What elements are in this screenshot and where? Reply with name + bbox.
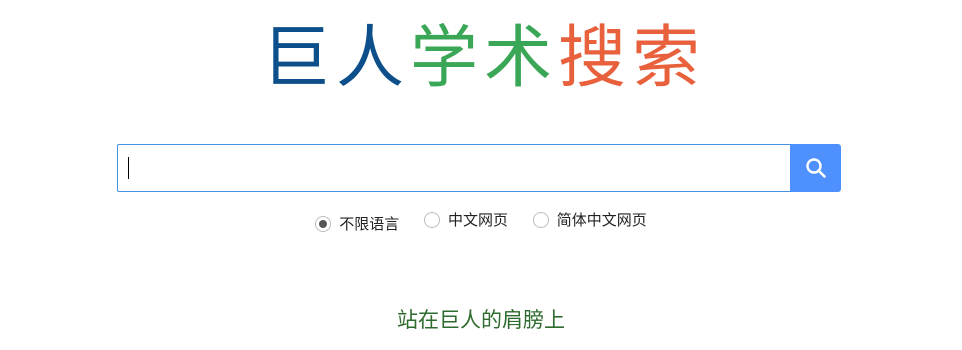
text-caret [128,157,129,179]
logo-char: 术 [484,19,553,98]
search-input[interactable] [117,144,800,192]
site-logo: 巨人学术搜索 [0,18,962,100]
language-option-label: 不限语言 [339,215,400,233]
search-button[interactable] [790,144,841,192]
slogan: 站在巨人的肩膀上 [397,308,565,332]
language-option-chinese[interactable]: 中文网页 [423,208,508,232]
search-icon [805,157,827,179]
logo-char: 索 [632,19,701,98]
language-option-label: 简体中文网页 [556,211,647,229]
search-home-page: 巨人学术搜索 不限语言 中文网页 简体中文网页 站在巨人的肩膀上 [0,0,962,350]
radio-button-selected[interactable] [315,216,332,232]
radio-button[interactable] [532,212,549,228]
language-option-simplified-chinese[interactable]: 简体中文网页 [532,208,647,232]
language-option-label: 中文网页 [447,211,508,229]
search-box [117,144,841,192]
logo-char: 搜 [558,19,627,98]
language-filter: 不限语言 中文网页 简体中文网页 [0,208,962,236]
logo-char: 巨 [261,19,330,98]
language-option-any[interactable]: 不限语言 [315,212,399,236]
logo-char: 学 [409,19,478,98]
logo-char: 人 [335,19,404,98]
radio-button[interactable] [423,212,440,228]
